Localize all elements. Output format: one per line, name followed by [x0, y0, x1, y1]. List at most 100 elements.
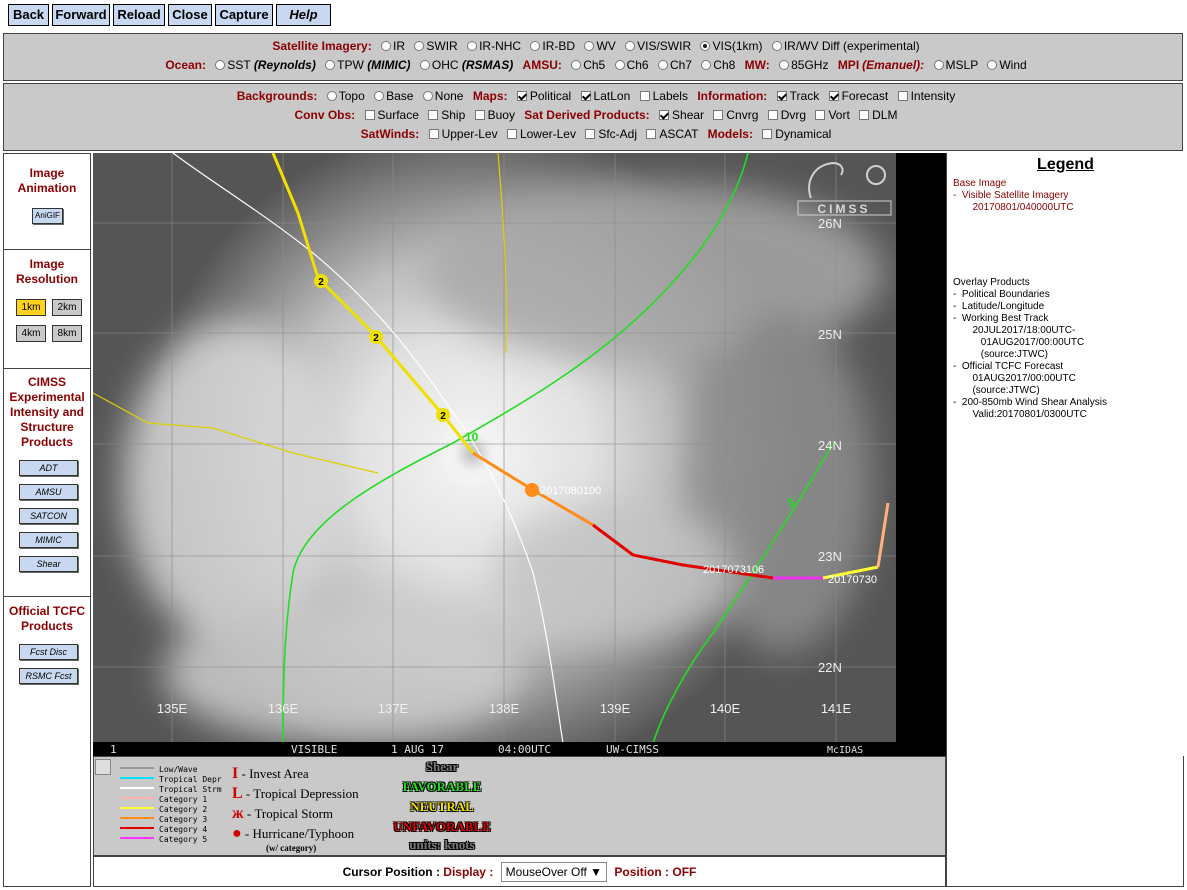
option-label: Ch7 — [669, 58, 692, 72]
broken-image-icon — [95, 759, 111, 775]
satellite-image[interactable]: 2 2 2 2017080100 2017073106 20170730 10 … — [93, 153, 896, 756]
checkbox-shear[interactable] — [659, 110, 670, 120]
select-value: MouseOver Off — [505, 865, 587, 879]
radio-85ghz[interactable] — [779, 60, 790, 70]
radio-ir[interactable] — [381, 41, 392, 51]
legend-overlay-line: 20JUL2017/18:00UTC- — [953, 325, 1076, 336]
display-label: Display : — [443, 865, 494, 879]
radio-ir-wv-diff[interactable] — [771, 41, 782, 51]
option-label: Forecast — [841, 89, 889, 103]
image-resolution-title: Image Resolution — [16, 257, 78, 286]
forward-button[interactable]: Forward — [52, 4, 110, 26]
mouseover-select[interactable]: MouseOver Off ▼ — [500, 862, 608, 882]
legend-overlay-line: (source:JTWC) — [953, 349, 1049, 360]
radio-ch5[interactable] — [571, 60, 582, 70]
symbol-label: - Tropical Depression — [245, 786, 359, 801]
category-label: Category 5 — [159, 835, 208, 844]
anigif-button[interactable]: AniGIF — [32, 208, 63, 224]
track-time-label: 20170730 — [828, 574, 877, 586]
fcst-disc-button[interactable]: Fcst Disc — [19, 644, 78, 660]
checkbox-ascat[interactable] — [646, 129, 657, 139]
option-label: LatLon — [593, 89, 631, 103]
radio-wv[interactable] — [584, 41, 595, 51]
radio-ir-nhc[interactable] — [467, 41, 478, 51]
radio-base[interactable] — [374, 91, 385, 101]
radio-mslp[interactable] — [933, 60, 944, 70]
checkbox-ship[interactable] — [428, 110, 439, 120]
radio-none[interactable] — [422, 91, 433, 101]
help-button[interactable]: Help — [276, 4, 331, 26]
radio-ch7[interactable] — [657, 60, 668, 70]
radio-ohc[interactable] — [419, 60, 430, 70]
checkbox-surface[interactable] — [364, 110, 375, 120]
radio-vis-swir[interactable] — [625, 41, 636, 51]
logo-text: CIMSS — [817, 202, 870, 216]
radio-vis-1km[interactable] — [700, 41, 711, 51]
checkbox-labels[interactable] — [639, 91, 650, 101]
res-8km-button[interactable]: 8km — [52, 325, 82, 342]
back-button[interactable]: Back — [8, 4, 49, 26]
capture-button[interactable]: Capture — [215, 4, 273, 26]
checkbox-vort[interactable] — [815, 110, 826, 120]
checkbox-lower-lev[interactable] — [506, 129, 517, 139]
shear-value-label: 5 — [788, 496, 795, 510]
res-2km-button[interactable]: 2km — [52, 299, 82, 316]
satcon-button[interactable]: SATCON — [19, 508, 78, 524]
adt-button[interactable]: ADT — [19, 460, 78, 476]
reload-button[interactable]: Reload — [113, 4, 165, 26]
category-label: Category 4 — [159, 825, 208, 834]
close-button[interactable]: Close — [168, 4, 212, 26]
category-item: Category 2 — [120, 805, 207, 815]
satellite-imagery-label: Satellite Imagery: — [272, 39, 372, 53]
overlay-panel: Backgrounds: Topo Base None Maps: Politi… — [3, 83, 1183, 151]
checkbox-political[interactable] — [516, 91, 527, 101]
option-label: Ch5 — [583, 58, 606, 72]
checkbox-cnvrg[interactable] — [713, 110, 724, 120]
radio-wind[interactable] — [987, 60, 998, 70]
rsmc-fcst-button[interactable]: RSMC Fcst — [19, 668, 78, 684]
checkbox-latlon[interactable] — [580, 91, 591, 101]
radio-ch6[interactable] — [614, 60, 625, 70]
radio-ch8[interactable] — [701, 60, 712, 70]
category-item: Category 1 — [120, 795, 207, 805]
legend-overlay-line: - 200-850mb Wind Shear Analysis — [953, 397, 1107, 408]
category-swatch — [120, 797, 154, 799]
imagery-panel: Satellite Imagery: IR SWIR IR-NHC IR-BD … — [3, 33, 1183, 81]
legend-base-head: Base Image — [953, 178, 1007, 189]
option-label: Ship — [441, 108, 466, 122]
models-label: Models: — [707, 127, 753, 141]
shear-button[interactable]: Shear — [19, 556, 78, 572]
option-label: SWIR — [426, 39, 458, 53]
category-item: Tropical Strm — [120, 785, 222, 795]
radio-ir-bd[interactable] — [530, 41, 541, 51]
checkbox-track[interactable] — [776, 91, 787, 101]
checkbox-upper-lev[interactable] — [428, 129, 439, 139]
option-label: Shear — [672, 108, 705, 122]
option-label: Track — [789, 89, 820, 103]
radio-sst[interactable] — [215, 60, 226, 70]
option-source: (Reynolds) — [253, 58, 316, 72]
checkbox-forecast[interactable] — [828, 91, 839, 101]
checkbox-dynamical[interactable] — [762, 129, 773, 139]
radio-swir[interactable] — [414, 41, 425, 51]
res-4km-button[interactable]: 4km — [16, 325, 46, 342]
mimic-button[interactable]: MIMIC — [19, 532, 78, 548]
checkbox-buoy[interactable] — [474, 110, 485, 120]
color-bar — [896, 153, 946, 756]
amsu-button[interactable]: AMSU — [19, 484, 78, 500]
radio-topo[interactable] — [326, 91, 337, 101]
checkbox-dlm[interactable] — [859, 110, 870, 120]
option-label: DLM — [872, 108, 898, 122]
lon-label: 137E — [378, 701, 409, 716]
res-1km-button[interactable]: 1km — [16, 299, 46, 316]
category-swatch — [120, 837, 154, 839]
radio-tpw[interactable] — [325, 60, 336, 70]
checkbox-intensity[interactable] — [897, 91, 908, 101]
legend-overlay-head: Overlay Products — [953, 277, 1030, 288]
category-item: Category 3 — [120, 815, 207, 825]
option-label: None — [434, 89, 464, 103]
option-label: VIS(1km) — [712, 39, 763, 53]
checkbox-sfc-adj[interactable] — [585, 129, 596, 139]
intensity-label: 2 — [318, 277, 324, 288]
checkbox-dvrg[interactable] — [767, 110, 778, 120]
